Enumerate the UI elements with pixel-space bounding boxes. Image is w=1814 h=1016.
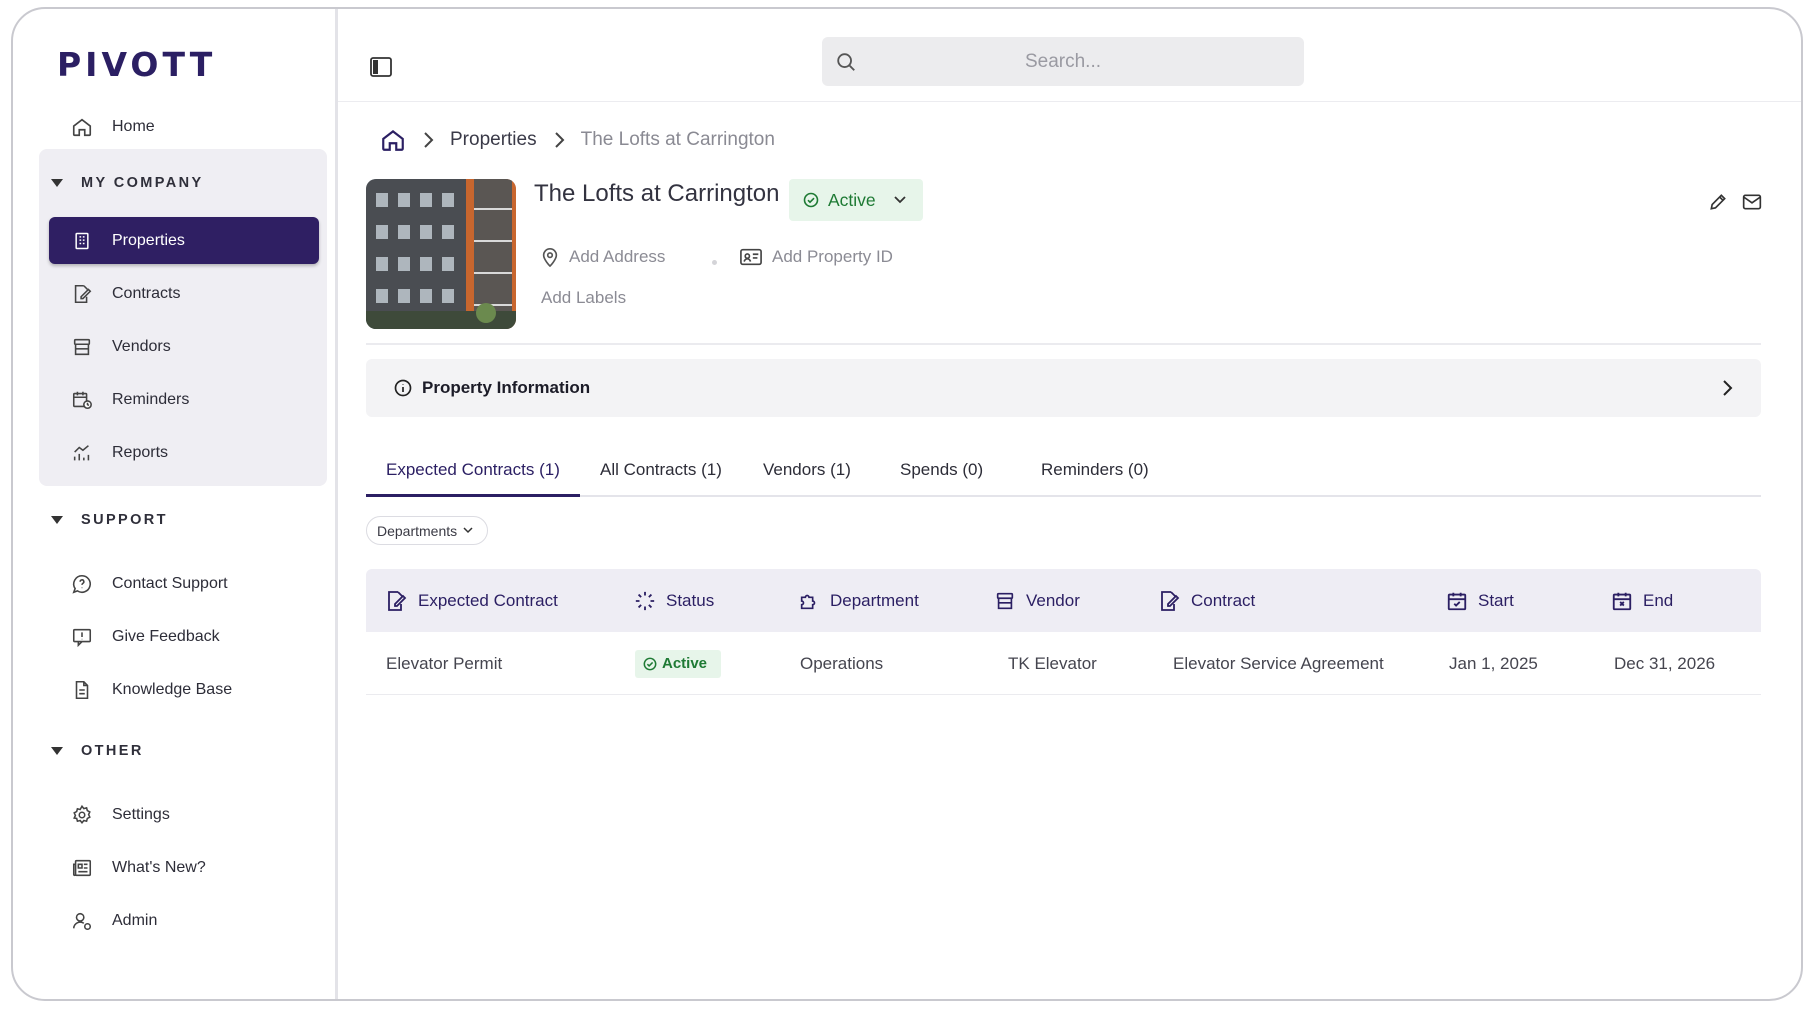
sidebar-item-knowledge-base[interactable]: Knowledge Base [49, 666, 319, 713]
property-image [366, 179, 516, 329]
check-circle-icon [803, 192, 819, 208]
breadcrumb: Properties The Lofts at Carrington [380, 127, 775, 153]
caret-down-icon [51, 179, 63, 187]
section-other[interactable]: OTHER [51, 743, 144, 759]
sidebar: PIVOTT Home MY COMPANY Properties Contra… [13, 9, 338, 999]
home-icon [69, 114, 95, 140]
cell-status: Active [635, 632, 722, 695]
tab-bar: Expected Contracts (1) All Contracts (1)… [366, 447, 1761, 497]
table-header: Expected Contract Status Department Vend… [366, 569, 1761, 632]
location-pin-icon [541, 247, 559, 267]
add-property-id-link[interactable]: Add Property ID [740, 247, 893, 267]
sidebar-item-properties[interactable]: Properties [49, 217, 319, 264]
sidebar-item-contact-support[interactable]: Contact Support [49, 560, 319, 607]
column-expected-contract[interactable]: Expected Contract [384, 569, 558, 632]
sidebar-item-admin[interactable]: Admin [49, 897, 319, 944]
status-dropdown[interactable]: Active [789, 179, 923, 221]
sidebar-item-vendors[interactable]: Vendors [49, 323, 319, 370]
contract-icon [384, 589, 408, 613]
property-title: The Lofts at Carrington [534, 180, 780, 207]
sidebar-item-reports[interactable]: Reports [49, 429, 319, 476]
breadcrumb-current: The Lofts at Carrington [580, 129, 775, 150]
cell-department: Operations [800, 653, 884, 673]
document-icon [69, 677, 95, 703]
column-status[interactable]: Status [634, 569, 714, 632]
check-circle-icon [643, 657, 657, 671]
caret-down-icon [51, 516, 63, 524]
section-my-company[interactable]: MY COMPANY [51, 175, 204, 191]
property-information-panel[interactable]: Property Information [366, 359, 1761, 417]
contract-icon [1157, 589, 1181, 613]
search-bar[interactable]: Search... [822, 37, 1304, 86]
sidebar-item-settings[interactable]: Settings [49, 791, 319, 838]
newspaper-icon [69, 855, 95, 881]
breadcrumb-properties[interactable]: Properties [450, 129, 537, 151]
cell-expected-contract: Elevator Permit [386, 653, 503, 673]
tab-expected-contracts[interactable]: Expected Contracts (1) [366, 447, 580, 497]
status-badge: Active [635, 649, 722, 678]
loader-icon [634, 590, 656, 612]
user-gear-icon [69, 908, 95, 934]
sidebar-item-give-feedback[interactable]: Give Feedback [49, 613, 319, 660]
breadcrumb-home-icon[interactable] [380, 127, 406, 153]
column-start[interactable]: Start [1446, 569, 1514, 632]
store-icon [69, 334, 95, 360]
add-labels-link[interactable]: Add Labels [541, 288, 626, 308]
chevron-right-icon [1721, 379, 1733, 397]
header-divider [366, 343, 1761, 345]
search-placeholder: Search... [1024, 50, 1102, 72]
cell-contract: Elevator Service Agreement [1173, 653, 1384, 673]
main-content: Search... Properties The Lofts at Carrin… [338, 9, 1801, 999]
sidebar-toggle-icon[interactable] [370, 57, 392, 77]
email-icon[interactable] [1742, 193, 1762, 211]
tab-vendors[interactable]: Vendors (1) [763, 447, 851, 497]
gear-icon [69, 802, 95, 828]
chevron-down-icon [463, 527, 473, 534]
column-contract[interactable]: Contract [1157, 569, 1255, 632]
store-icon [994, 590, 1016, 612]
puzzle-icon [798, 590, 820, 612]
calendar-check-icon [1446, 590, 1468, 612]
tab-reminders[interactable]: Reminders (0) [1041, 447, 1149, 497]
topbar: Search... [338, 9, 1801, 102]
building-icon [69, 228, 95, 254]
feedback-icon [69, 624, 95, 650]
tab-all-contracts[interactable]: All Contracts (1) [600, 447, 722, 497]
chevron-right-icon [422, 131, 434, 149]
cell-start: Jan 1, 2025 [1449, 653, 1538, 673]
departments-filter[interactable]: Departments [366, 516, 489, 545]
edit-icon[interactable] [1708, 192, 1728, 212]
chevron-right-icon [553, 131, 565, 149]
cell-vendor: TK Elevator [1008, 653, 1097, 673]
calendar-x-icon [1611, 590, 1633, 612]
sidebar-item-home[interactable]: Home [49, 103, 319, 150]
meta-separator-dot [712, 260, 717, 265]
app-window: PIVOTT Home MY COMPANY Properties Contra… [11, 7, 1803, 1001]
chevron-down-icon [893, 195, 907, 205]
help-chat-icon [69, 571, 95, 597]
table-row[interactable]: Elevator Permit Active Operations TK Ele… [366, 632, 1761, 695]
section-support[interactable]: SUPPORT [51, 512, 168, 528]
calendar-clock-icon [69, 387, 95, 413]
column-vendor[interactable]: Vendor [994, 569, 1080, 632]
contract-icon [69, 281, 95, 307]
info-icon [394, 379, 412, 397]
sidebar-item-contracts[interactable]: Contracts [49, 270, 319, 317]
cell-end: Dec 31, 2026 [1614, 653, 1716, 673]
column-department[interactable]: Department [798, 569, 919, 632]
add-address-link[interactable]: Add Address [541, 247, 665, 267]
column-end[interactable]: End [1611, 569, 1673, 632]
logo: PIVOTT [57, 45, 217, 84]
tab-spends[interactable]: Spends (0) [900, 447, 983, 497]
sidebar-item-reminders[interactable]: Reminders [49, 376, 319, 423]
chart-icon [69, 440, 95, 466]
sidebar-item-whats-new[interactable]: What's New? [49, 844, 319, 891]
caret-down-icon [51, 747, 63, 755]
id-card-icon [740, 248, 762, 266]
